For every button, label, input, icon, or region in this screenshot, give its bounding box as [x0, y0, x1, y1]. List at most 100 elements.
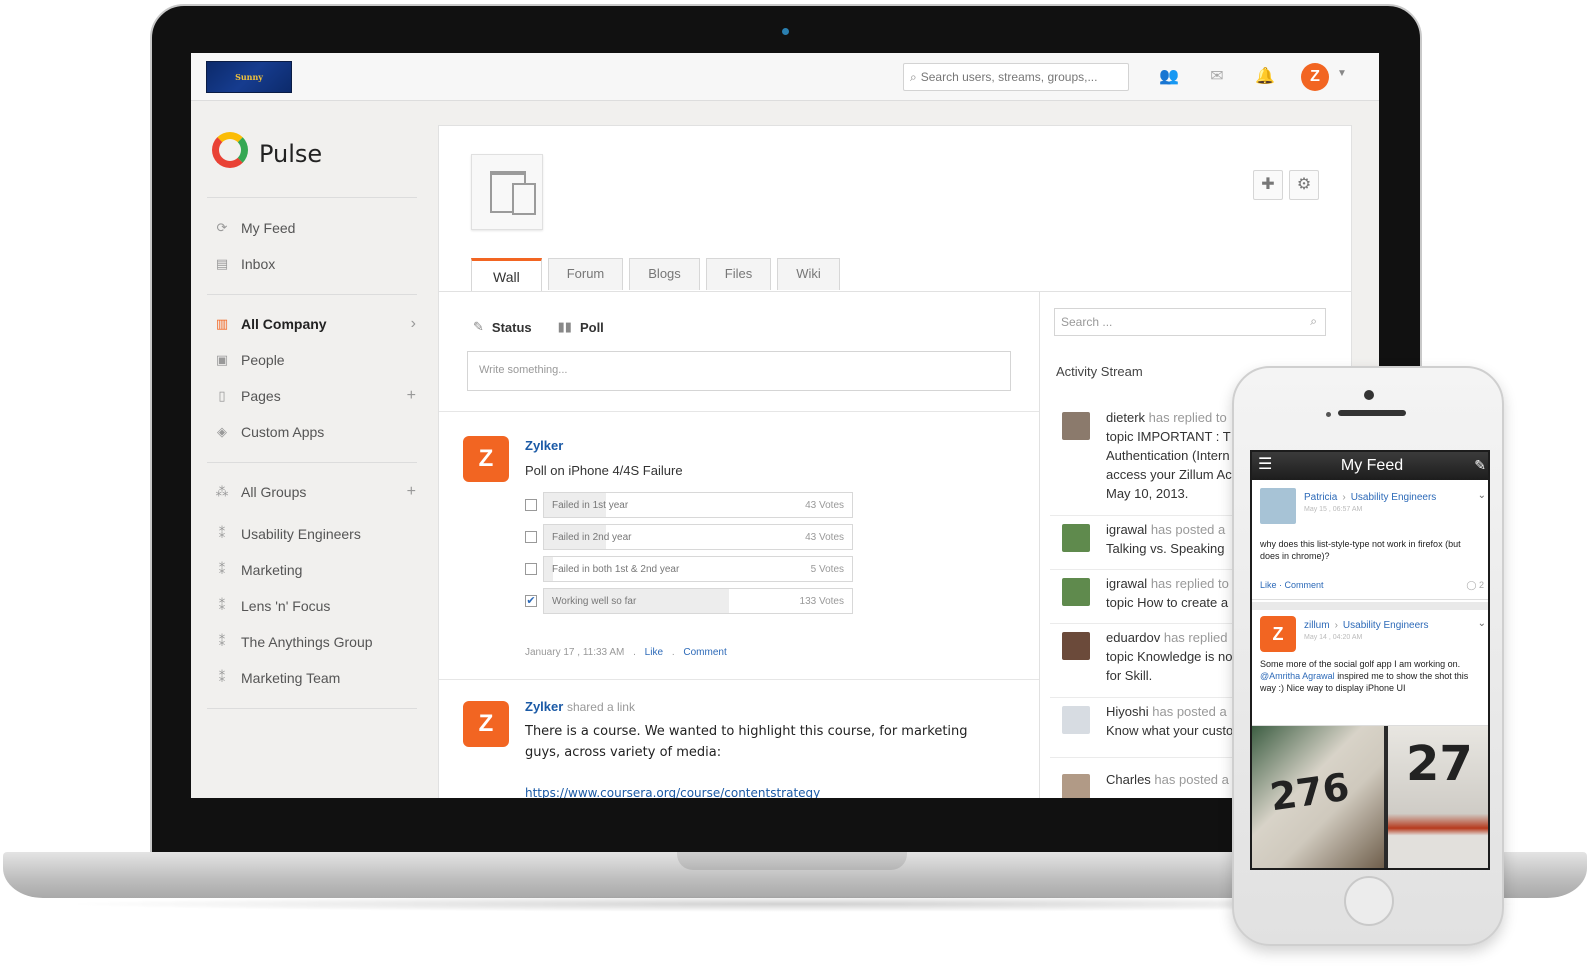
- group-icon: ⁑: [218, 670, 226, 685]
- poll-checkbox[interactable]: [525, 531, 537, 543]
- post-avatar[interactable]: Z: [463, 436, 509, 482]
- tab-bar: Wall Forum Blogs Files Wiki: [471, 258, 846, 292]
- sidebar-item-group[interactable]: ⁑ Lens 'n' Focus: [213, 594, 418, 618]
- sidebar-item-my-feed[interactable]: ⟳ My Feed: [213, 216, 418, 240]
- post-timestamp: January 17 , 11:33 AM: [525, 647, 625, 658]
- sidebar-item-group[interactable]: ⁑ The Anythings Group: [213, 630, 418, 654]
- like-link[interactable]: Like: [645, 647, 663, 658]
- activity-avatar: [1062, 774, 1090, 798]
- home-button[interactable]: [1344, 876, 1394, 926]
- like-link[interactable]: Like: [1260, 580, 1277, 590]
- post-author[interactable]: Zylker: [525, 438, 563, 453]
- phone-post[interactable]: Z zillum › Usability Engineers May 14 , 04…: [1252, 610, 1488, 726]
- poll-option[interactable]: Failed in 1st year 43 Votes: [525, 492, 855, 518]
- global-search-input[interactable]: ⌕ Search users, streams, groups,...: [903, 63, 1129, 91]
- app-header: Sunny ⌕ Search users, streams, groups,...…: [191, 53, 1379, 101]
- activity-user[interactable]: Charles: [1106, 772, 1151, 787]
- comment-count-value: 2: [1478, 580, 1484, 590]
- sidebar-item-label: Inbox: [241, 256, 276, 272]
- activity-search-input[interactable]: Search ... ⌕: [1054, 308, 1326, 336]
- menu-icon[interactable]: ☰: [1258, 457, 1272, 473]
- group-icon: ⁑: [218, 634, 226, 649]
- company-logo[interactable]: Sunny: [206, 61, 292, 93]
- sidebar-item-pages[interactable]: ▯ Pages +: [213, 384, 418, 408]
- tab-blogs[interactable]: Blogs: [629, 258, 700, 290]
- chevron-down-icon[interactable]: ⌄: [1478, 618, 1486, 629]
- sidebar-item-people[interactable]: ▣ People: [213, 348, 418, 372]
- poll-option[interactable]: Failed in 2nd year 43 Votes: [525, 524, 855, 550]
- poll-tab[interactable]: ▮▮ Poll: [558, 319, 604, 335]
- compose-input[interactable]: Write something...: [467, 351, 1011, 391]
- comment-link[interactable]: Comment: [683, 647, 726, 658]
- search-placeholder: Search users, streams, groups,...: [920, 70, 1098, 84]
- phone-post-author[interactable]: zillum: [1304, 620, 1330, 631]
- poll-checkbox[interactable]: ✔: [525, 595, 537, 607]
- phone-post-header: Patricia › Usability Engineers: [1304, 492, 1437, 503]
- status-tab[interactable]: ✎ Status: [473, 319, 532, 335]
- divider: [207, 708, 417, 709]
- search-icon: ⌕: [1310, 314, 1317, 328]
- activity-user[interactable]: eduardov: [1106, 630, 1160, 645]
- post-author-line: Zylker shared a link: [525, 699, 635, 714]
- bell-icon[interactable]: 🔔: [1255, 67, 1275, 87]
- sidebar-item-label: My Feed: [241, 220, 296, 236]
- composer-tabs: ✎ Status ▮▮ Poll: [473, 319, 630, 335]
- poll-checkbox[interactable]: [525, 563, 537, 575]
- tab-wall[interactable]: Wall: [471, 258, 542, 292]
- apps-icon: ◈: [217, 424, 227, 439]
- add-page-button[interactable]: +: [407, 387, 416, 405]
- page-avatar: [471, 154, 543, 230]
- phone-post-group[interactable]: Usability Engineers: [1343, 620, 1429, 631]
- sidebar-item-group[interactable]: ⁑ Marketing: [213, 558, 418, 582]
- status-icon: ✎: [473, 319, 484, 334]
- sidebar-item-custom-apps[interactable]: ◈ Custom Apps: [213, 420, 418, 444]
- mail-icon[interactable]: ✉: [1207, 67, 1227, 87]
- sidebar-item-inbox[interactable]: ▤ Inbox: [213, 252, 418, 276]
- laptop-notch: [677, 852, 907, 870]
- comment-link[interactable]: Comment: [1285, 580, 1324, 590]
- tab-files[interactable]: Files: [705, 258, 772, 290]
- sidebar-item-all-groups[interactable]: ⁂ All Groups +: [213, 480, 418, 504]
- phone-post-group[interactable]: Usability Engineers: [1351, 492, 1437, 503]
- group-icon: ⁑: [218, 526, 226, 541]
- sidebar-item-all-company[interactable]: ▥ All Company ›: [213, 312, 418, 336]
- sidebar-item-group[interactable]: ⁑ Marketing Team: [213, 666, 418, 690]
- poll-checkbox[interactable]: [525, 499, 537, 511]
- tab-wiki[interactable]: Wiki: [777, 258, 840, 290]
- users-icon[interactable]: 👥: [1159, 67, 1179, 87]
- edit-icon[interactable]: ✎: [1474, 457, 1486, 473]
- poll-option[interactable]: ✔ Working well so far 133 Votes: [525, 588, 855, 614]
- poll-votes: 133 Votes: [799, 596, 844, 607]
- chevron-down-icon[interactable]: ▼: [1337, 68, 1347, 79]
- phone-post-photo[interactable]: 276 27: [1252, 726, 1488, 868]
- shared-link[interactable]: https://www.coursera.org/course/contents…: [525, 786, 820, 798]
- phone-post[interactable]: Patricia › Usability Engineers May 15 , 06…: [1252, 482, 1488, 600]
- mention-link[interactable]: @Amritha Agrawal: [1260, 671, 1335, 681]
- activity-user[interactable]: dieterk: [1106, 410, 1145, 425]
- post-avatar[interactable]: Z: [463, 701, 509, 747]
- activity-avatar: [1062, 524, 1090, 552]
- add-group-button[interactable]: +: [407, 483, 416, 501]
- post-title: Poll on iPhone 4/4S Failure: [525, 463, 683, 478]
- activity-avatar: [1062, 706, 1090, 734]
- phone-post-time: May 15 , 06:57 AM: [1304, 506, 1363, 513]
- photo-right: 27: [1388, 726, 1488, 868]
- tab-forum[interactable]: Forum: [547, 258, 624, 290]
- sidebar-item-label: Pages: [241, 388, 281, 404]
- poll-option[interactable]: Failed in both 1st & 2nd year 5 Votes: [525, 556, 855, 582]
- activity-search-placeholder: Search ...: [1061, 315, 1113, 329]
- user-avatar[interactable]: Z: [1301, 63, 1329, 91]
- post-author[interactable]: Zylker: [525, 699, 563, 714]
- phone-sensor: [1326, 412, 1331, 417]
- activity-user[interactable]: igrawal: [1106, 576, 1147, 591]
- activity-user[interactable]: Hiyoshi: [1106, 704, 1149, 719]
- sidebar-item-group[interactable]: ⁑ Usability Engineers: [213, 522, 418, 546]
- activity-avatar: [1062, 412, 1090, 440]
- activity-user[interactable]: igrawal: [1106, 522, 1147, 537]
- phone-post-author[interactable]: Patricia: [1304, 492, 1337, 503]
- gear-icon[interactable]: ⚙: [1289, 170, 1319, 200]
- add-button[interactable]: ✚: [1253, 170, 1283, 200]
- chevron-down-icon[interactable]: ⌄: [1478, 490, 1486, 501]
- phone-post-body-text: Some more of the social golf app I am wo…: [1260, 659, 1461, 669]
- sidebar-item-label: Marketing: [241, 562, 303, 578]
